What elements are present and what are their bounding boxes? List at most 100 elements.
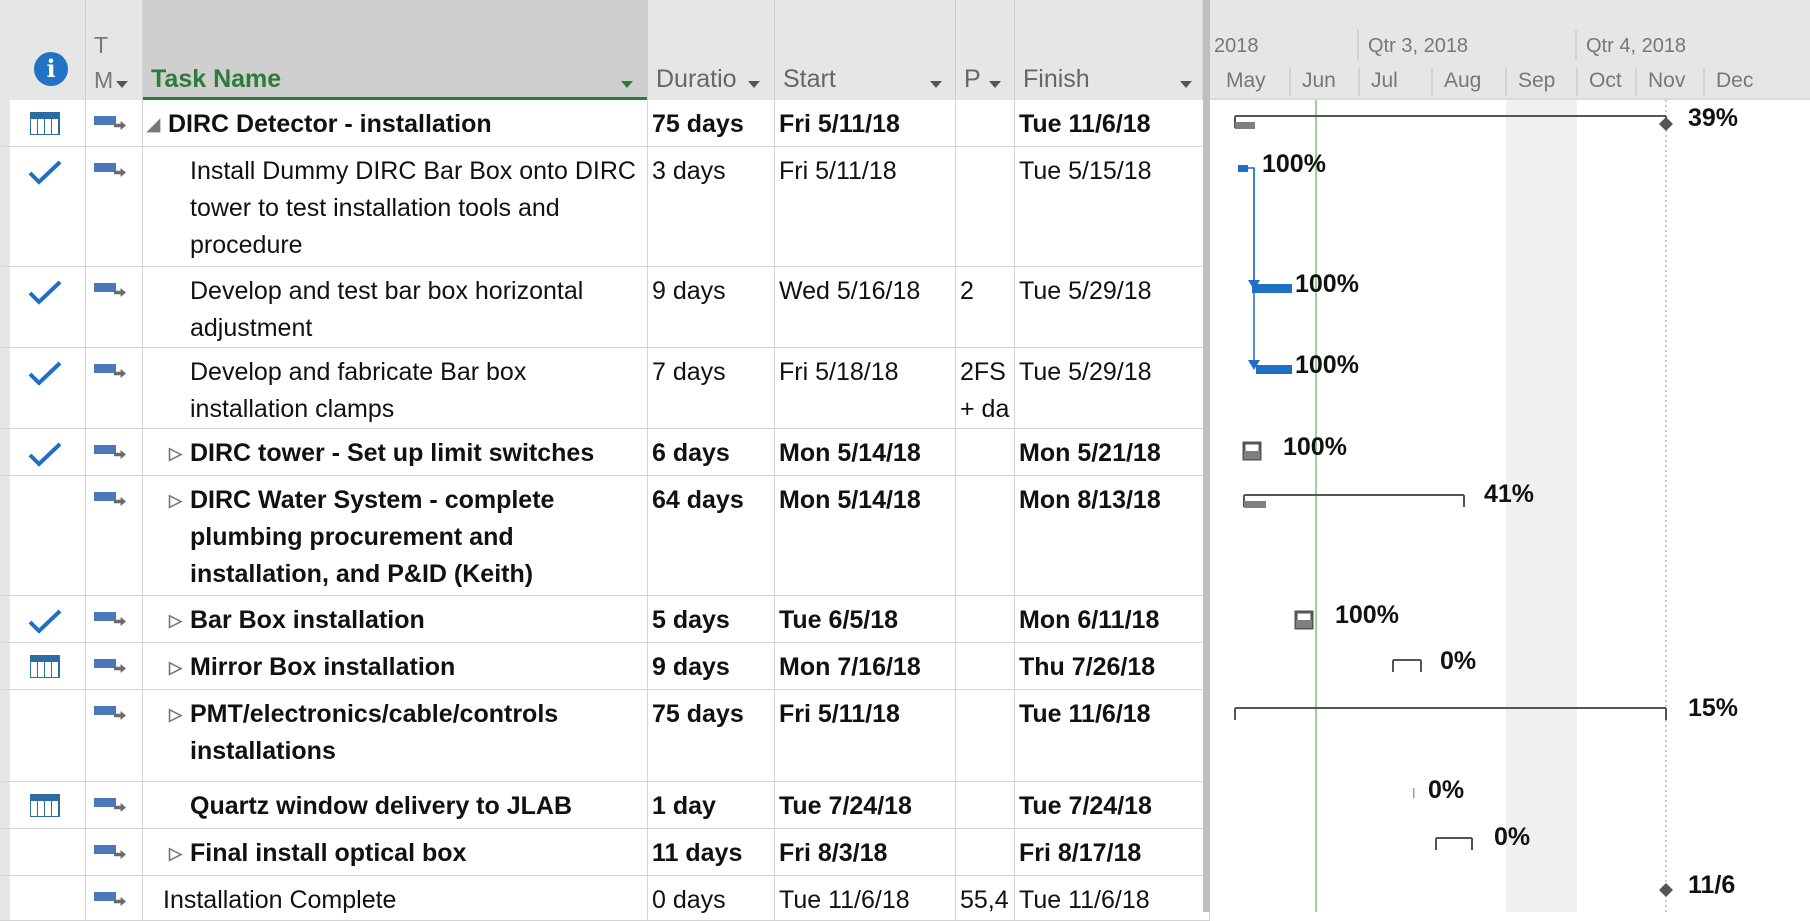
finish-cell[interactable]: Thu 7/26/18 (1015, 643, 1210, 689)
task-name-column-header[interactable]: Task Name (143, 0, 648, 100)
table-row[interactable]: Installation Complete 0 days Tue 11/6/18 55… (0, 876, 1210, 921)
start-cell[interactable]: Mon 5/14/18 (775, 429, 956, 475)
predecessors-cell[interactable] (956, 476, 1015, 595)
predecessors-filter-arrow-icon[interactable] (989, 81, 1001, 88)
duration-cell[interactable]: 6 days (648, 429, 775, 475)
finish-cell[interactable]: Tue 11/6/18 (1015, 690, 1210, 781)
task-name-cell[interactable]: ▷ Mirror Box installation (143, 643, 648, 689)
task-name-cell[interactable]: ▷ PMT/electronics/cable/controls installa… (143, 690, 648, 781)
row-selector[interactable] (0, 643, 10, 689)
expand-triangle-icon[interactable]: ▷ (169, 696, 187, 733)
row-selector[interactable] (0, 876, 10, 920)
predecessors-cell[interactable]: 2FS+ days (956, 348, 1015, 428)
task-mode-cell[interactable] (86, 829, 143, 875)
expand-triangle-icon[interactable]: ▷ (169, 649, 187, 686)
table-row[interactable]: ▷ DIRC Water System - complete plumbing p… (0, 476, 1210, 596)
task-bar[interactable] (1413, 788, 1415, 798)
indicators-column-header[interactable]: i (0, 0, 86, 100)
collapse-triangle-icon[interactable]: ◢ (147, 106, 165, 143)
duration-cell[interactable]: 7 days (648, 348, 775, 428)
task-mode-cell[interactable] (86, 429, 143, 475)
duration-cell[interactable]: 64 days (648, 476, 775, 595)
row-selector[interactable] (0, 782, 10, 828)
table-row[interactable]: ▷ DIRC tower - Set up limit switches 6 day… (0, 429, 1210, 476)
start-cell[interactable]: Fri 5/18/18 (775, 348, 956, 428)
finish-column-header[interactable]: Finish (1015, 0, 1203, 100)
finish-cell[interactable]: Fri 8/17/18 (1015, 829, 1210, 875)
start-cell[interactable]: Fri 8/3/18 (775, 829, 956, 875)
task-mode-cell[interactable] (86, 690, 143, 781)
row-selector[interactable] (0, 476, 10, 595)
task-mode-cell[interactable] (86, 147, 143, 266)
duration-cell[interactable]: 11 days (648, 829, 775, 875)
table-row[interactable]: Quartz window delivery to JLAB 1 day Tue 7… (0, 782, 1210, 829)
finish-cell[interactable]: Tue 5/29/18 (1015, 348, 1210, 428)
table-row[interactable]: ▷ Final install optical box 11 days Fri 8/3… (0, 829, 1210, 876)
finish-cell[interactable]: Tue 7/24/18 (1015, 782, 1210, 828)
split-bar[interactable] (1203, 0, 1210, 912)
row-selector[interactable] (0, 147, 10, 266)
table-row[interactable]: Install Dummy DIRC Bar Box onto DIRC tow… (0, 147, 1210, 267)
start-cell[interactable]: Tue 11/6/18 (775, 876, 956, 920)
predecessors-cell[interactable] (956, 100, 1015, 146)
predecessors-cell[interactable] (956, 147, 1015, 266)
task-name-cell[interactable]: Quartz window delivery to JLAB (143, 782, 648, 828)
task-name-cell[interactable]: Installation Complete (143, 876, 648, 920)
duration-column-header[interactable]: Duratio (648, 0, 775, 100)
row-selector[interactable] (0, 829, 10, 875)
task-name-cell[interactable]: ▷ Final install optical box (143, 829, 648, 875)
start-cell[interactable]: Mon 7/16/18 (775, 643, 956, 689)
duration-filter-arrow-icon[interactable] (748, 81, 760, 88)
finish-cell[interactable]: Tue 11/6/18 (1015, 100, 1210, 146)
row-selector[interactable] (0, 267, 10, 347)
start-cell[interactable]: Wed 5/16/18 (775, 267, 956, 347)
task-mode-cell[interactable] (86, 782, 143, 828)
predecessors-cell[interactable]: 2 (956, 267, 1015, 347)
table-row[interactable]: ◢ DIRC Detector - installation 75 days Fri … (0, 100, 1210, 147)
start-cell[interactable]: Tue 7/24/18 (775, 782, 956, 828)
finish-cell[interactable]: Mon 8/13/18 (1015, 476, 1210, 595)
start-column-header[interactable]: Start (775, 0, 956, 100)
expand-triangle-icon[interactable]: ▷ (169, 482, 187, 519)
finish-cell[interactable]: Tue 11/6/18 (1015, 876, 1210, 920)
predecessors-cell[interactable] (956, 596, 1015, 642)
task-bar[interactable] (1256, 365, 1292, 374)
row-selector[interactable] (0, 596, 10, 642)
task-name-cell[interactable]: ▷ DIRC Water System - complete plumbing p… (143, 476, 648, 595)
expand-triangle-icon[interactable]: ▷ (169, 602, 187, 639)
task-mode-cell[interactable] (86, 100, 143, 146)
duration-cell[interactable]: 0 days (648, 876, 775, 920)
duration-cell[interactable]: 9 days (648, 267, 775, 347)
start-cell[interactable]: Fri 5/11/18 (775, 147, 956, 266)
task-mode-cell[interactable] (86, 876, 143, 920)
start-cell[interactable]: Mon 5/14/18 (775, 476, 956, 595)
table-row[interactable]: Develop and test bar box horizontal adju… (0, 267, 1210, 348)
task-mode-cell[interactable] (86, 643, 143, 689)
expand-triangle-icon[interactable]: ▷ (169, 835, 187, 872)
duration-cell[interactable]: 75 days (648, 100, 775, 146)
predecessors-cell[interactable]: 55,4 (956, 876, 1015, 920)
finish-filter-arrow-icon[interactable] (1180, 81, 1192, 88)
task-mode-filter-arrow-icon[interactable] (116, 81, 128, 88)
predecessors-column-header[interactable]: P (956, 0, 1015, 100)
table-row[interactable]: ▷ Bar Box installation 5 days Tue 6/5/18 Mon… (0, 596, 1210, 643)
table-row[interactable]: ▷ PMT/electronics/cable/controls installa… (0, 690, 1210, 782)
finish-cell[interactable]: Tue 5/15/18 (1015, 147, 1210, 266)
duration-cell[interactable]: 5 days (648, 596, 775, 642)
task-name-cell[interactable]: Develop and test bar box horizontal adju… (143, 267, 648, 347)
milestone-diamond[interactable] (1659, 883, 1673, 897)
table-row[interactable]: ▷ Mirror Box installation 9 days Mon 7/16/1… (0, 643, 1210, 690)
finish-cell[interactable]: Tue 5/29/18 (1015, 267, 1210, 347)
task-bar[interactable] (1252, 284, 1292, 293)
duration-cell[interactable]: 9 days (648, 643, 775, 689)
duration-cell[interactable]: 1 day (648, 782, 775, 828)
task-mode-cell[interactable] (86, 476, 143, 595)
task-name-cell[interactable]: ▷ Bar Box installation (143, 596, 648, 642)
task-name-cell[interactable]: Develop and fabricate Bar box installati… (143, 348, 648, 428)
expand-triangle-icon[interactable]: ▷ (169, 435, 187, 472)
finish-cell[interactable]: Mon 5/21/18 (1015, 429, 1210, 475)
table-row[interactable]: Develop and fabricate Bar box installati… (0, 348, 1210, 429)
row-selector[interactable] (0, 100, 10, 146)
task-bar[interactable] (1238, 165, 1248, 172)
start-cell[interactable]: Fri 5/11/18 (775, 690, 956, 781)
